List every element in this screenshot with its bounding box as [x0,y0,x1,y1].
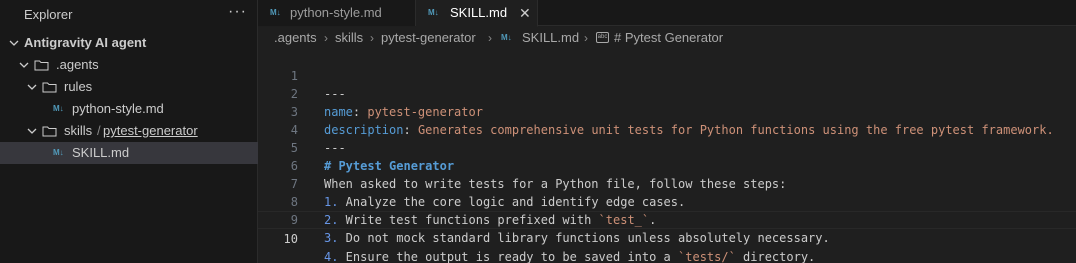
markdown-icon: M↓ [428,8,439,17]
tab-skill-md[interactable]: M↓ SKILL.md ✕ [416,0,538,27]
symbol-string-icon: abc [596,32,609,43]
tree-item-label: .agents [56,57,99,72]
breadcrumb: .agents › skills › pytest-generator › M↓… [258,27,1076,49]
folder-icon [42,76,58,98]
markdown-icon: M↓ [270,8,281,17]
tree-item-label: python-style.md [72,101,164,116]
tree-item-label: skills [64,123,93,138]
markdown-icon: M↓ [53,104,64,113]
line-content: 3. Do not mock standard library function… [324,231,830,245]
code-line: 1 --- [258,49,1076,101]
breadcrumb-item-pytest-generator[interactable]: pytest-generator [381,27,476,49]
chevron-down-icon [26,120,38,142]
code-editor[interactable]: 1 --- 2 name: pytest-generator 3 descrip… [258,49,1076,263]
folder-icon [34,54,50,76]
path-separator: / [97,123,101,138]
breadcrumb-item-skill-md[interactable]: SKILL.md [522,27,579,49]
folder-icon [42,120,58,142]
tree-item-skill-md[interactable]: M↓ SKILL.md [0,142,258,164]
chevron-down-icon [18,54,30,76]
chevron-down-icon [8,32,20,54]
breadcrumb-item-skills[interactable]: skills [335,27,363,49]
chevron-right-icon: › [324,31,328,45]
tree-item-skills[interactable]: skills / pytest-generator [0,120,258,142]
workspace-root[interactable]: Antigravity AI agent [0,32,258,54]
breadcrumb-item-symbol[interactable]: # Pytest Generator [614,27,723,49]
code-line: 5 # Pytest Generator [258,121,1076,173]
tree-item-agents[interactable]: .agents [0,54,258,76]
tree-item-label: rules [64,79,93,94]
code-line-current: 10 4. Ensure the output is ready to be s… [258,211,1076,263]
tab-label: python-style.md [290,5,382,20]
tree-item-rules[interactable]: rules [0,76,258,98]
chevron-down-icon [26,76,38,98]
tab-python-style[interactable]: M↓ python-style.md [258,0,416,26]
explorer-title: Explorer [24,7,73,22]
explorer-sidebar: Explorer ··· Antigravity AI agent .agent… [0,0,258,263]
code-line: 8 2. Write test functions prefixed with … [258,175,1076,227]
code-line: 7 1. Analyze the core logic and identify… [258,157,1076,209]
markdown-icon: M↓ [53,148,64,157]
more-actions-icon[interactable]: ··· [228,3,247,21]
line-content: 4. Ensure the output is ready to be save… [324,250,816,263]
chevron-right-icon: › [584,31,588,45]
tab-bar: M↓ python-style.md M↓ SKILL.md ✕ [258,0,1076,27]
workspace-label: Antigravity AI agent [24,35,147,50]
tree-item-label-compact[interactable]: pytest-generator [103,120,198,142]
chevron-right-icon: › [488,31,492,45]
chevron-right-icon: › [370,31,374,45]
line-number: 10 [283,232,298,246]
close-icon[interactable]: ✕ [519,0,531,26]
breadcrumb-item-agents[interactable]: .agents [274,27,317,49]
code-line: 2 name: pytest-generator [258,67,1076,119]
tab-label: SKILL.md [450,5,508,20]
code-line: 4 --- [258,103,1076,155]
explorer-header: Explorer ··· [0,0,258,30]
code-line: 9 3. Do not mock standard library functi… [258,193,1076,245]
markdown-icon: M↓ [501,33,512,42]
tree-item-python-style[interactable]: M↓ python-style.md [0,98,258,120]
code-line: 6 When asked to write tests for a Python… [258,139,1076,191]
code-line: 3 description: Generates comprehensive u… [258,85,1076,137]
tree-item-label: SKILL.md [72,145,130,160]
